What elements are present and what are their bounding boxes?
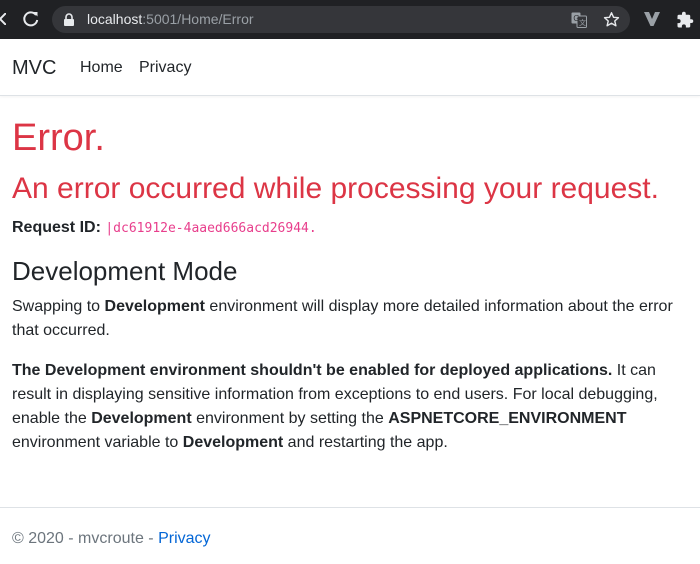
para2-bold2: Development <box>91 410 192 427</box>
nav-home-link[interactable]: Home <box>80 58 123 78</box>
star-icon[interactable] <box>603 11 620 28</box>
request-id-label: Request ID: <box>12 219 101 236</box>
url-path: :5001/Home/Error <box>142 11 254 27</box>
site-footer: © 2020 - mvcroute - Privacy <box>0 507 700 564</box>
url-host: localhost <box>87 11 143 27</box>
svg-text:文: 文 <box>579 18 586 27</box>
development-warning-paragraph: The Development environment shouldn't be… <box>12 359 694 455</box>
translate-icon[interactable]: G 文 <box>571 12 587 28</box>
para2-text4: and restarting the app. <box>283 434 448 451</box>
para2-text3: environment variable to <box>12 434 183 451</box>
para1-bold: Development <box>104 298 205 315</box>
puzzle-icon[interactable] <box>676 11 694 29</box>
request-id-line: Request ID: |dc61912e-4aaed666acd26944. <box>12 218 317 239</box>
request-id-value: |dc61912e-4aaed666acd26944. <box>105 221 317 236</box>
address-bar[interactable]: localhost:5001/Home/Error G 文 <box>52 6 630 33</box>
footer-privacy-link[interactable]: Privacy <box>158 530 210 547</box>
para2-bold1: The Development environment shouldn't be… <box>12 362 613 379</box>
para1-prefix: Swapping to <box>12 298 105 315</box>
para2-bold4: Development <box>182 434 284 451</box>
para2-text2: environment by setting the <box>191 410 389 427</box>
extension-v-icon[interactable] <box>644 11 660 27</box>
error-title: Error. <box>12 117 105 159</box>
lock-icon[interactable] <box>63 13 75 26</box>
site-navbar: MVC Home Privacy <box>0 39 700 96</box>
copyright-text: © 2020 - mvcroute - <box>12 530 159 547</box>
reload-icon[interactable] <box>21 9 41 29</box>
back-arrow-icon[interactable] <box>0 12 7 26</box>
brand-link[interactable]: MVC <box>12 56 56 80</box>
error-subtitle: An error occurred while processing your … <box>12 172 659 205</box>
para2-bold3: ASPNETCORE_ENVIRONMENT <box>388 410 627 427</box>
browser-toolbar: localhost:5001/Home/Error G 文 <box>0 0 700 39</box>
development-info-paragraph: Swapping to Development environment will… <box>12 295 694 343</box>
url-text[interactable]: localhost:5001/Home/Error <box>87 11 254 28</box>
development-mode-heading: Development Mode <box>12 256 238 286</box>
nav-privacy-link[interactable]: Privacy <box>139 58 191 78</box>
footer-text: © 2020 - mvcroute - Privacy <box>12 529 211 549</box>
